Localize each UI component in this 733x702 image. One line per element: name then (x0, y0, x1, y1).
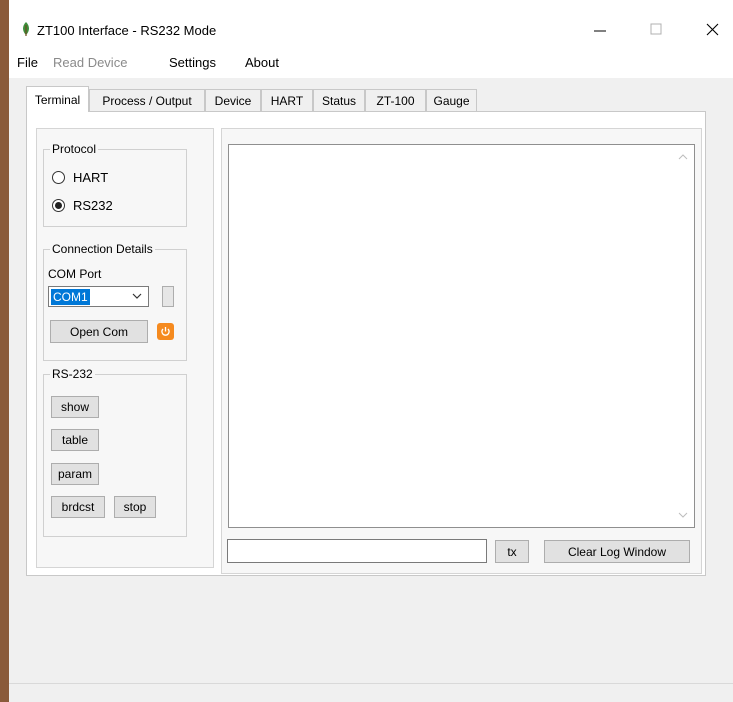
tx-input[interactable] (227, 539, 487, 563)
title-bar[interactable]: ZT100 Interface - RS232 Mode (9, 0, 733, 48)
table-button[interactable]: table (51, 429, 99, 451)
rs232-group: RS-232 show table param brdcst stop (43, 367, 187, 537)
com-port-select[interactable]: COM1 (48, 286, 149, 307)
leaf-app-icon (23, 22, 29, 36)
tab-gauge[interactable]: Gauge (426, 89, 477, 111)
param-button[interactable]: param (51, 463, 99, 485)
radio-rs232[interactable]: RS232 (52, 198, 113, 213)
log-panel: tx Clear Log Window (221, 128, 702, 574)
tx-button[interactable]: tx (495, 540, 529, 563)
protocol-group-label: Protocol (50, 142, 99, 156)
terminal-tab-panel: Protocol HART RS232 Connection Details C… (26, 111, 706, 576)
open-com-button[interactable]: Open Com (50, 320, 148, 343)
status-divider (9, 683, 733, 684)
show-button[interactable]: show (51, 396, 99, 418)
tab-zt100[interactable]: ZT-100 (365, 89, 426, 111)
menu-file[interactable]: File (17, 55, 38, 70)
radio-rs232-circle[interactable] (52, 199, 65, 212)
close-icon (706, 23, 718, 35)
window-title: ZT100 Interface - RS232 Mode (37, 23, 217, 38)
power-icon (161, 327, 170, 336)
radio-rs232-label: RS232 (73, 198, 113, 213)
scroll-up-icon[interactable] (678, 153, 688, 161)
status-indicator (162, 286, 174, 307)
connection-details-group: Connection Details COM Port COM1 Open Co… (43, 242, 187, 361)
control-panel: Protocol HART RS232 Connection Details C… (36, 128, 214, 568)
scroll-down-icon[interactable] (678, 511, 688, 519)
log-window[interactable] (228, 144, 695, 528)
tab-terminal[interactable]: Terminal (26, 86, 89, 112)
power-button[interactable] (157, 323, 174, 340)
stop-button[interactable]: stop (114, 496, 156, 518)
protocol-group: Protocol HART RS232 (43, 142, 187, 227)
tab-status[interactable]: Status (313, 89, 365, 111)
brdcst-button[interactable]: brdcst (51, 496, 105, 518)
menu-about[interactable]: About (245, 55, 279, 70)
maximize-button[interactable] (633, 14, 679, 44)
radio-hart-label: HART (73, 170, 109, 185)
menu-read-device[interactable]: Read Device (53, 55, 127, 70)
minimize-button[interactable] (577, 14, 623, 44)
tab-process-output[interactable]: Process / Output (89, 89, 205, 111)
menu-bar: File Read Device Settings About (9, 48, 733, 78)
background-window-edge (0, 0, 9, 702)
com-port-value: COM1 (51, 289, 90, 305)
chevron-down-icon (132, 293, 142, 299)
rs232-group-label: RS-232 (50, 367, 95, 381)
maximize-icon (650, 23, 662, 35)
clear-log-button[interactable]: Clear Log Window (544, 540, 690, 563)
minimize-icon (594, 30, 606, 32)
connection-details-label: Connection Details (50, 242, 155, 256)
tab-hart[interactable]: HART (261, 89, 313, 111)
com-port-label: COM Port (48, 267, 102, 281)
close-button[interactable] (689, 14, 733, 44)
app-window: ZT100 Interface - RS232 Mode File Read D… (9, 0, 733, 702)
radio-hart[interactable]: HART (52, 170, 108, 185)
menu-settings[interactable]: Settings (169, 55, 216, 70)
tab-device[interactable]: Device (205, 89, 261, 111)
radio-hart-circle[interactable] (52, 171, 65, 184)
